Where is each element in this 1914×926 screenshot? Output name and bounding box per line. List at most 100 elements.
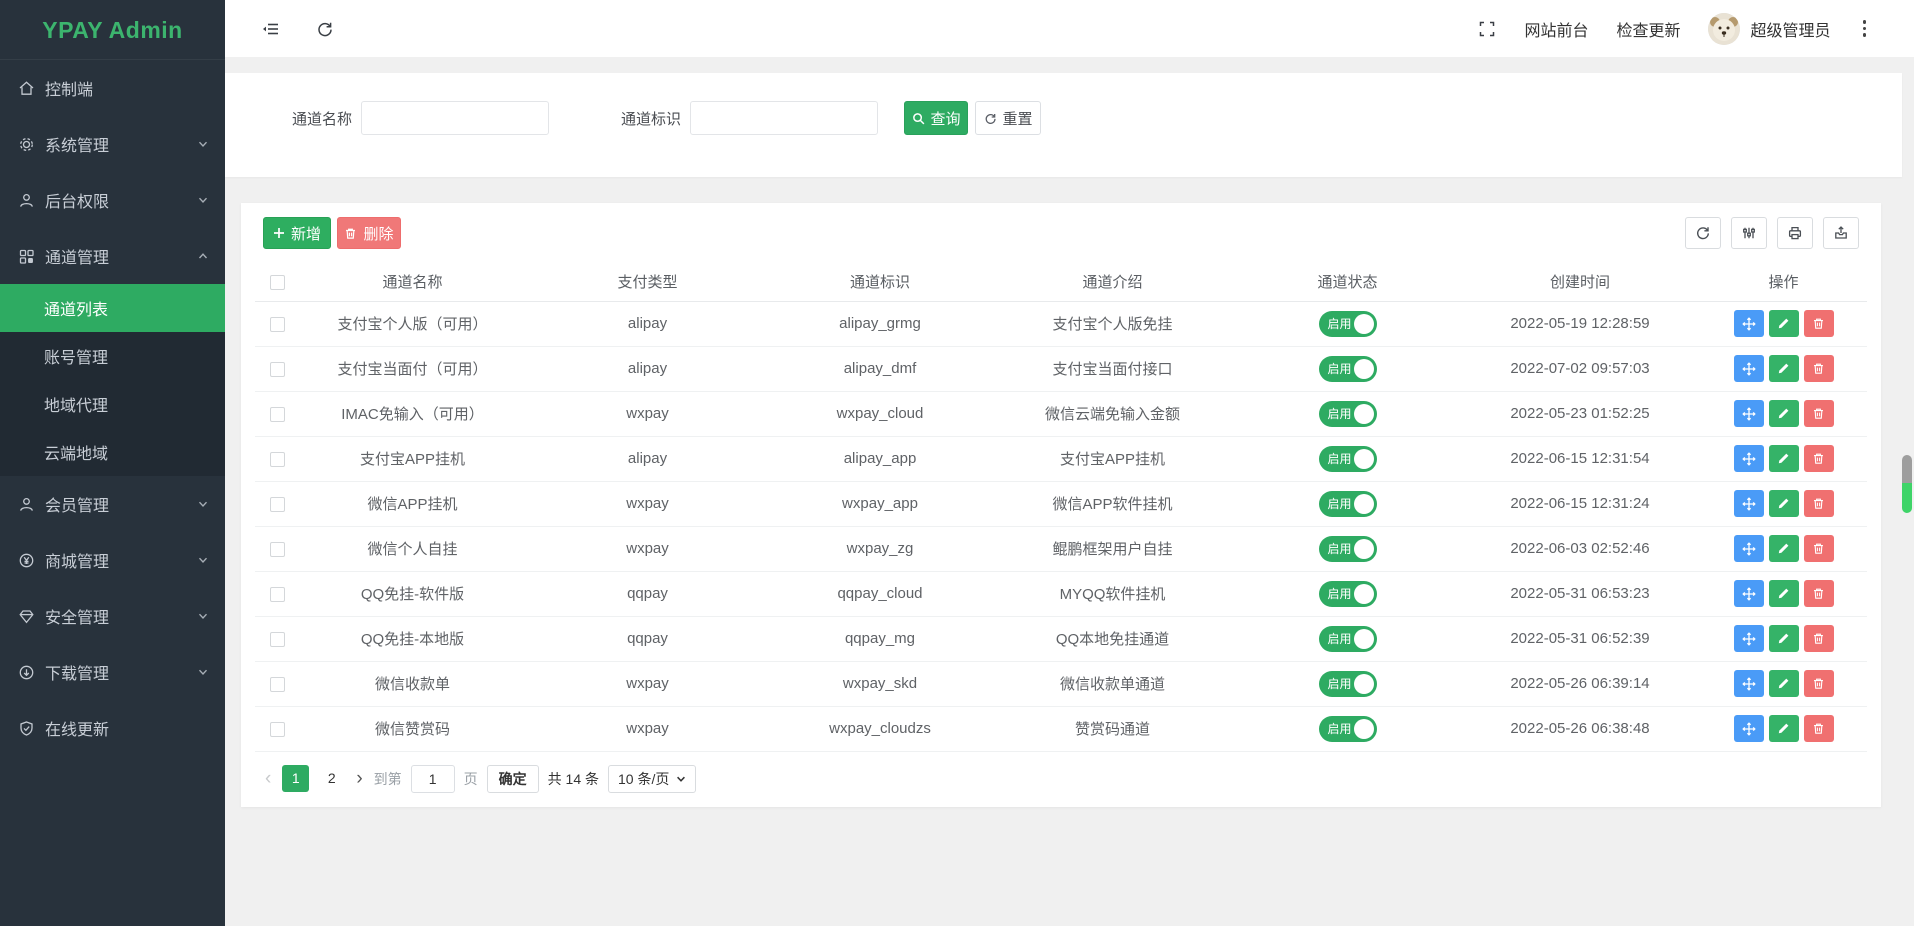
chevron-down-icon: [197, 194, 209, 206]
status-toggle[interactable]: 启用: [1319, 401, 1377, 427]
cell-pay-type: alipay: [525, 301, 770, 346]
sidebar-subitem-region-agent[interactable]: 地域代理: [0, 380, 225, 428]
cell-channel-code: qqpay_mg: [770, 616, 990, 661]
delete-row-button[interactable]: [1804, 670, 1834, 697]
row-checkbox[interactable]: [270, 452, 285, 467]
status-label: 启用: [1328, 360, 1352, 377]
move-button[interactable]: [1734, 310, 1764, 337]
channel-name-input[interactable]: [361, 101, 549, 135]
edit-button[interactable]: [1769, 535, 1799, 562]
status-toggle[interactable]: 启用: [1319, 671, 1377, 697]
move-button[interactable]: [1734, 715, 1764, 742]
cell-created-time: 2022-05-26 06:38:48: [1460, 706, 1700, 751]
sidebar-subitem-cloud-region[interactable]: 云端地域: [0, 428, 225, 476]
column-filter-icon[interactable]: [1731, 217, 1767, 249]
scrollbar-thumb[interactable]: [1902, 455, 1912, 513]
move-button[interactable]: [1734, 445, 1764, 472]
table-refresh-icon[interactable]: [1685, 217, 1721, 249]
delete-row-button[interactable]: [1804, 310, 1834, 337]
home-icon: [18, 80, 35, 97]
check-update-link[interactable]: 检查更新: [1616, 17, 1680, 41]
sidebar-item-online-update[interactable]: 在线更新: [0, 700, 225, 756]
sidebar-item-downloads[interactable]: 下载管理: [0, 644, 225, 700]
status-toggle[interactable]: 启用: [1319, 356, 1377, 382]
add-button[interactable]: 新增: [263, 217, 331, 249]
delete-row-button[interactable]: [1804, 535, 1834, 562]
delete-row-button[interactable]: [1804, 580, 1834, 607]
row-checkbox[interactable]: [270, 542, 285, 557]
status-toggle[interactable]: 启用: [1319, 626, 1377, 652]
fullscreen-icon[interactable]: [1478, 20, 1496, 38]
status-toggle[interactable]: 启用: [1319, 716, 1377, 742]
row-checkbox[interactable]: [270, 317, 285, 332]
sidebar-subitem-account[interactable]: 账号管理: [0, 332, 225, 380]
status-toggle[interactable]: 启用: [1319, 491, 1377, 517]
query-button[interactable]: 查询: [904, 101, 968, 135]
delete-row-button[interactable]: [1804, 625, 1834, 652]
delete-row-button[interactable]: [1804, 490, 1834, 517]
print-icon[interactable]: [1777, 217, 1813, 249]
edit-button[interactable]: [1769, 400, 1799, 427]
row-checkbox[interactable]: [270, 407, 285, 422]
status-toggle[interactable]: 启用: [1319, 311, 1377, 337]
per-page-select[interactable]: 10 条/页: [608, 765, 696, 793]
channel-code-input[interactable]: [690, 101, 878, 135]
reset-button[interactable]: 重置: [975, 101, 1041, 135]
delete-button[interactable]: 删除: [337, 217, 401, 249]
cell-pay-type: alipay: [525, 346, 770, 391]
edit-button[interactable]: [1769, 490, 1799, 517]
move-button[interactable]: [1734, 580, 1764, 607]
sidebar-item-console[interactable]: 控制端: [0, 60, 225, 116]
status-toggle[interactable]: 启用: [1319, 581, 1377, 607]
row-checkbox[interactable]: [270, 362, 285, 377]
status-toggle[interactable]: 启用: [1319, 446, 1377, 472]
page-button-2[interactable]: 2: [318, 765, 345, 792]
page-scrollbar: [1902, 0, 1912, 926]
move-button[interactable]: [1734, 400, 1764, 427]
refresh-icon[interactable]: [316, 20, 334, 38]
move-button[interactable]: [1734, 490, 1764, 517]
export-icon[interactable]: [1823, 217, 1859, 249]
edit-button[interactable]: [1769, 355, 1799, 382]
sidebar-item-channels[interactable]: 通道管理: [0, 228, 225, 284]
delete-row-button[interactable]: [1804, 355, 1834, 382]
select-all-checkbox[interactable]: [270, 275, 285, 290]
more-menu-icon[interactable]: [1859, 16, 1871, 41]
sidebar-item-permissions[interactable]: 后台权限: [0, 172, 225, 228]
row-checkbox[interactable]: [270, 587, 285, 602]
edit-button[interactable]: [1769, 445, 1799, 472]
cell-channel-code: alipay_grmg: [770, 301, 990, 346]
delete-row-button[interactable]: [1804, 445, 1834, 472]
edit-button[interactable]: [1769, 580, 1799, 607]
sidebar-item-security[interactable]: 安全管理: [0, 588, 225, 644]
edit-button[interactable]: [1769, 310, 1799, 337]
sidebar-item-label: 商城管理: [45, 548, 109, 572]
edit-button[interactable]: [1769, 670, 1799, 697]
sidebar-item-system[interactable]: 系统管理: [0, 116, 225, 172]
edit-button[interactable]: [1769, 715, 1799, 742]
page-button-1[interactable]: 1: [282, 765, 309, 792]
goto-confirm-button[interactable]: 确定: [487, 765, 539, 793]
move-button[interactable]: [1734, 670, 1764, 697]
move-button[interactable]: [1734, 625, 1764, 652]
move-button[interactable]: [1734, 535, 1764, 562]
sidebar-subitem-channel-list[interactable]: 通道列表: [0, 284, 225, 332]
sidebar-item-mall[interactable]: 商城管理: [0, 532, 225, 588]
status-toggle[interactable]: 启用: [1319, 536, 1377, 562]
move-button[interactable]: [1734, 355, 1764, 382]
prev-page-icon[interactable]: ‹: [263, 769, 273, 788]
delete-row-button[interactable]: [1804, 400, 1834, 427]
user-menu[interactable]: 超级管理员: [1708, 13, 1830, 45]
delete-row-button[interactable]: [1804, 715, 1834, 742]
row-checkbox[interactable]: [270, 722, 285, 737]
row-checkbox[interactable]: [270, 497, 285, 512]
edit-button[interactable]: [1769, 625, 1799, 652]
channel-table-card: 新增 删除 通道名称: [241, 203, 1881, 807]
row-checkbox[interactable]: [270, 677, 285, 692]
row-checkbox[interactable]: [270, 632, 285, 647]
sidebar-item-members[interactable]: 会员管理: [0, 476, 225, 532]
frontend-link[interactable]: 网站前台: [1524, 17, 1588, 41]
goto-page-input[interactable]: [411, 765, 455, 793]
next-page-icon[interactable]: ›: [354, 769, 364, 788]
collapse-menu-icon[interactable]: [261, 20, 280, 38]
